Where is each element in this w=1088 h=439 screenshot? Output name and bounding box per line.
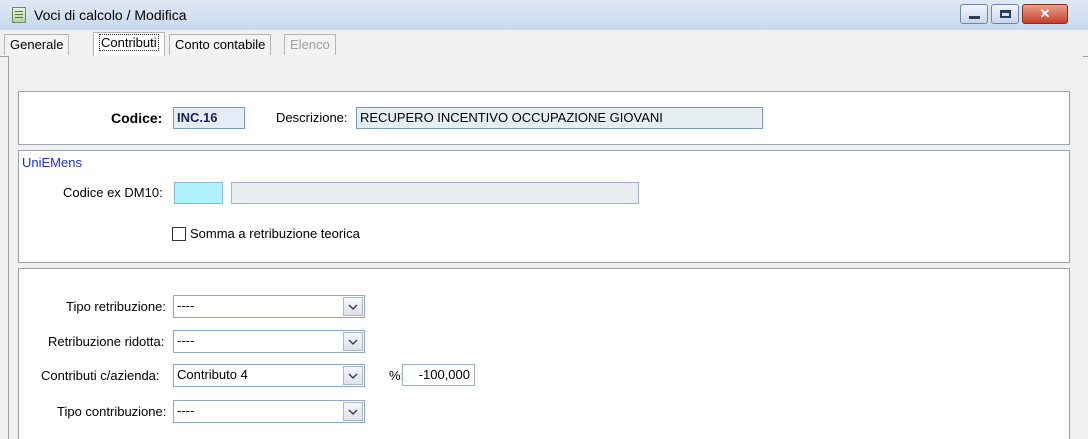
percent-field[interactable]: -100,000 [402, 364, 475, 386]
select-value: Contributo 4 [177, 367, 248, 382]
somma-retribuzione-checkbox[interactable] [172, 227, 186, 241]
contributi-azienda-label: Contributi c/azienda: [41, 368, 160, 383]
retribuzione-ridotta-label: Retribuzione ridotta: [48, 334, 165, 349]
tab-elenco: Elenco [284, 34, 336, 55]
descrizione-label: Descrizione: [276, 110, 348, 125]
header-panel: Codice: INC.16 Descrizione: RECUPERO INC… [18, 91, 1070, 145]
codice-ex-dm10-field[interactable] [174, 182, 223, 204]
tab-label: Elenco [290, 37, 330, 52]
select-value: ---- [177, 298, 195, 313]
window: Voci di calcolo / Modifica ✕ Generale Co… [0, 0, 1088, 439]
tipo-retribuzione-select[interactable]: ---- [173, 295, 365, 318]
tab-bar: Generale Contributi Conto contabile Elen… [0, 30, 1088, 57]
app-icon [12, 7, 26, 23]
minimize-button[interactable] [960, 4, 988, 24]
chevron-down-icon[interactable] [343, 366, 363, 385]
select-value: ---- [177, 403, 195, 418]
tab-label: Conto contabile [175, 37, 266, 52]
minimize-icon [969, 16, 980, 19]
tab-label: Generale [10, 37, 64, 52]
maximize-button[interactable] [991, 4, 1019, 24]
codice-label: Codice: [111, 110, 163, 126]
tab-generale[interactable]: Generale [4, 34, 70, 55]
chevron-down-icon[interactable] [343, 297, 363, 316]
codice-ex-dm10-label: Codice ex DM10: [63, 185, 163, 200]
window-title: Voci di calcolo / Modifica [34, 7, 187, 23]
retribuzione-panel: Tipo retribuzione: ---- Retribuzione rid… [18, 268, 1070, 439]
tab-label: Contributi [99, 34, 159, 51]
title-bar[interactable]: Voci di calcolo / Modifica ✕ [0, 0, 1088, 31]
maximize-icon [1000, 10, 1011, 18]
tipo-retribuzione-label: Tipo retribuzione: [66, 299, 166, 314]
chevron-down-icon[interactable] [343, 402, 363, 421]
codice-field[interactable]: INC.16 [173, 107, 245, 129]
retribuzione-ridotta-select[interactable]: ---- [173, 330, 365, 353]
uniemens-group: UniEMens Codice ex DM10: Somma a retribu… [18, 150, 1070, 263]
tab-conto-contabile[interactable]: Conto contabile [169, 34, 272, 55]
close-button[interactable]: ✕ [1022, 4, 1068, 24]
descrizione-field[interactable]: RECUPERO INCENTIVO OCCUPAZIONE GIOVANI [356, 107, 763, 129]
somma-retribuzione-label[interactable]: Somma a retribuzione teorica [190, 226, 360, 241]
uniemens-group-title: UniEMens [22, 155, 82, 170]
tipo-contribuzione-select[interactable]: ---- [173, 400, 365, 423]
select-value: ---- [177, 333, 195, 348]
close-icon: ✕ [1039, 6, 1051, 21]
contributi-azienda-select[interactable]: Contributo 4 [173, 364, 365, 387]
tab-contributi[interactable]: Contributi [93, 32, 165, 56]
tab-content: Codice: INC.16 Descrizione: RECUPERO INC… [8, 56, 1083, 439]
chevron-down-icon[interactable] [343, 332, 363, 351]
tipo-contribuzione-label: Tipo contribuzione: [57, 404, 167, 419]
codice-ex-dm10-description [231, 182, 639, 204]
